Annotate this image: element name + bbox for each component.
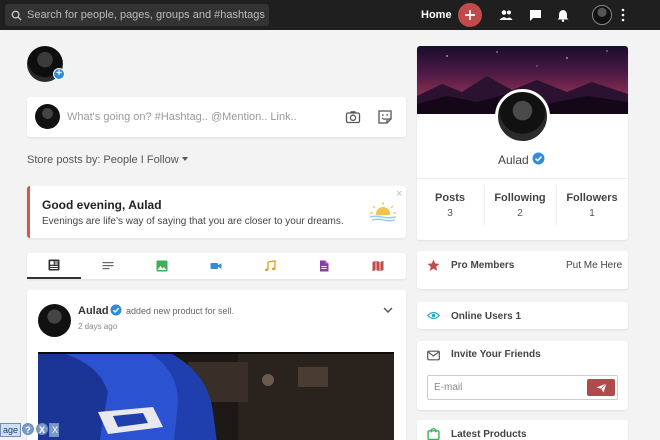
chevron-down-icon[interactable] xyxy=(383,306,393,314)
stat-value: 3 xyxy=(447,208,453,219)
home-link[interactable]: Home xyxy=(421,9,452,21)
image-icon xyxy=(156,260,168,272)
composer-avatar xyxy=(35,104,60,129)
stat-following[interactable]: Following 2 xyxy=(487,192,553,219)
feed-filter-dropdown[interactable]: Store posts by: People I Follow xyxy=(27,154,188,166)
post-product-image[interactable] xyxy=(38,352,394,440)
tab-text-posts[interactable] xyxy=(81,253,135,279)
invite-friends-widget: Invite Your Friends xyxy=(417,341,628,410)
greeting-subtitle: Evenings are life’s way of saying that y… xyxy=(42,216,344,227)
search-box[interactable] xyxy=(5,4,269,26)
messages-button[interactable] xyxy=(528,8,542,22)
stat-divider xyxy=(484,186,485,226)
camera-icon[interactable] xyxy=(345,109,361,125)
online-users-widget: Online Users 1 xyxy=(417,302,628,329)
eye-icon xyxy=(427,311,440,320)
profile-card: Aulad Posts 3 Following 2 Followers 1 xyxy=(417,46,628,240)
feed-filter-label: Store posts by: People I Follow xyxy=(27,154,179,166)
tab-file-posts[interactable] xyxy=(297,253,351,279)
search-input[interactable] xyxy=(27,9,267,21)
pro-members-title: Pro Members xyxy=(451,260,515,271)
notifications-button[interactable] xyxy=(556,8,570,22)
tab-photo-posts[interactable] xyxy=(135,253,189,279)
tab-map-posts[interactable] xyxy=(351,253,405,279)
envelope-icon xyxy=(427,350,440,361)
stat-value: 2 xyxy=(517,208,523,219)
paper-plane-icon xyxy=(596,382,607,392)
debug-help2-button[interactable]: X xyxy=(36,423,49,435)
post-author-name[interactable]: Aulad xyxy=(78,305,109,317)
send-invite-button[interactable] xyxy=(587,379,615,396)
chat-icon xyxy=(529,9,541,21)
music-note-icon xyxy=(264,260,276,272)
star-icon xyxy=(427,259,440,271)
tab-video-posts[interactable] xyxy=(189,253,243,279)
product-photo xyxy=(38,352,394,440)
put-me-here-link[interactable]: Put Me Here xyxy=(566,260,622,271)
invite-friends-title: Invite Your Friends xyxy=(451,349,541,360)
friends-button[interactable] xyxy=(499,8,513,22)
debug-toolbar: age ? X X xyxy=(0,423,60,437)
composer-placeholder[interactable]: What's going on? #Hashtag.. @Mention.. L… xyxy=(67,111,297,123)
pro-members-widget: Pro Members Put Me Here xyxy=(417,251,628,289)
add-story-icon[interactable]: + xyxy=(53,68,65,80)
post-type-tabs xyxy=(27,253,406,279)
stat-label: Followers xyxy=(566,192,618,204)
verified-badge-icon xyxy=(532,152,545,165)
file-icon xyxy=(320,260,329,272)
latest-products-widget: Latest Products xyxy=(417,420,628,440)
search-icon xyxy=(11,10,22,21)
profile-name[interactable]: Aulad xyxy=(498,153,529,167)
greeting-banner: Good evening, Aulad Evenings are life’s … xyxy=(27,186,406,238)
debug-page-label[interactable]: age xyxy=(0,423,22,437)
post-action-text: added new product for sell. xyxy=(126,306,235,316)
top-navbar: Home xyxy=(0,0,660,30)
user-avatar-menu[interactable] xyxy=(592,5,612,25)
profile-avatar[interactable] xyxy=(495,89,550,144)
people-icon xyxy=(499,10,513,20)
stat-label: Following xyxy=(494,192,546,204)
tab-all-posts[interactable] xyxy=(27,253,81,279)
tab-music-posts[interactable] xyxy=(243,253,297,279)
shopping-bag-icon xyxy=(427,427,440,440)
plus-icon xyxy=(465,10,475,20)
debug-close-button[interactable]: X xyxy=(49,423,60,437)
sunset-icon xyxy=(368,202,398,224)
debug-help-button[interactable]: ? xyxy=(22,423,35,435)
map-icon xyxy=(372,260,384,272)
online-users-title[interactable]: Online Users 1 xyxy=(451,311,521,322)
invite-email-input[interactable] xyxy=(428,376,586,399)
latest-products-title: Latest Products xyxy=(451,429,527,440)
post-author-avatar[interactable] xyxy=(38,304,71,337)
invite-email-form xyxy=(427,375,618,400)
post-timestamp[interactable]: 2 days ago xyxy=(78,322,117,331)
verified-badge-icon xyxy=(110,304,122,316)
text-lines-icon xyxy=(102,262,114,270)
bell-icon xyxy=(557,9,569,22)
stat-divider xyxy=(556,186,557,226)
sticker-icon[interactable] xyxy=(377,109,393,125)
close-greeting-button[interactable]: × xyxy=(396,188,402,200)
video-camera-icon xyxy=(210,263,222,269)
stat-label: Posts xyxy=(435,192,465,204)
stat-posts[interactable]: Posts 3 xyxy=(417,192,483,219)
create-button[interactable] xyxy=(458,3,482,27)
caret-down-icon xyxy=(181,157,188,161)
post-composer[interactable]: What's going on? #Hashtag.. @Mention.. L… xyxy=(27,97,406,137)
feed-post: Aulad added new product for sell. 2 days… xyxy=(27,290,406,440)
greeting-title: Good evening, Aulad xyxy=(42,198,162,212)
profile-divider xyxy=(417,178,628,179)
more-vertical-icon[interactable] xyxy=(620,8,626,22)
stat-followers[interactable]: Followers 1 xyxy=(559,192,625,219)
stat-value: 1 xyxy=(589,208,595,219)
newspaper-icon xyxy=(48,259,60,271)
